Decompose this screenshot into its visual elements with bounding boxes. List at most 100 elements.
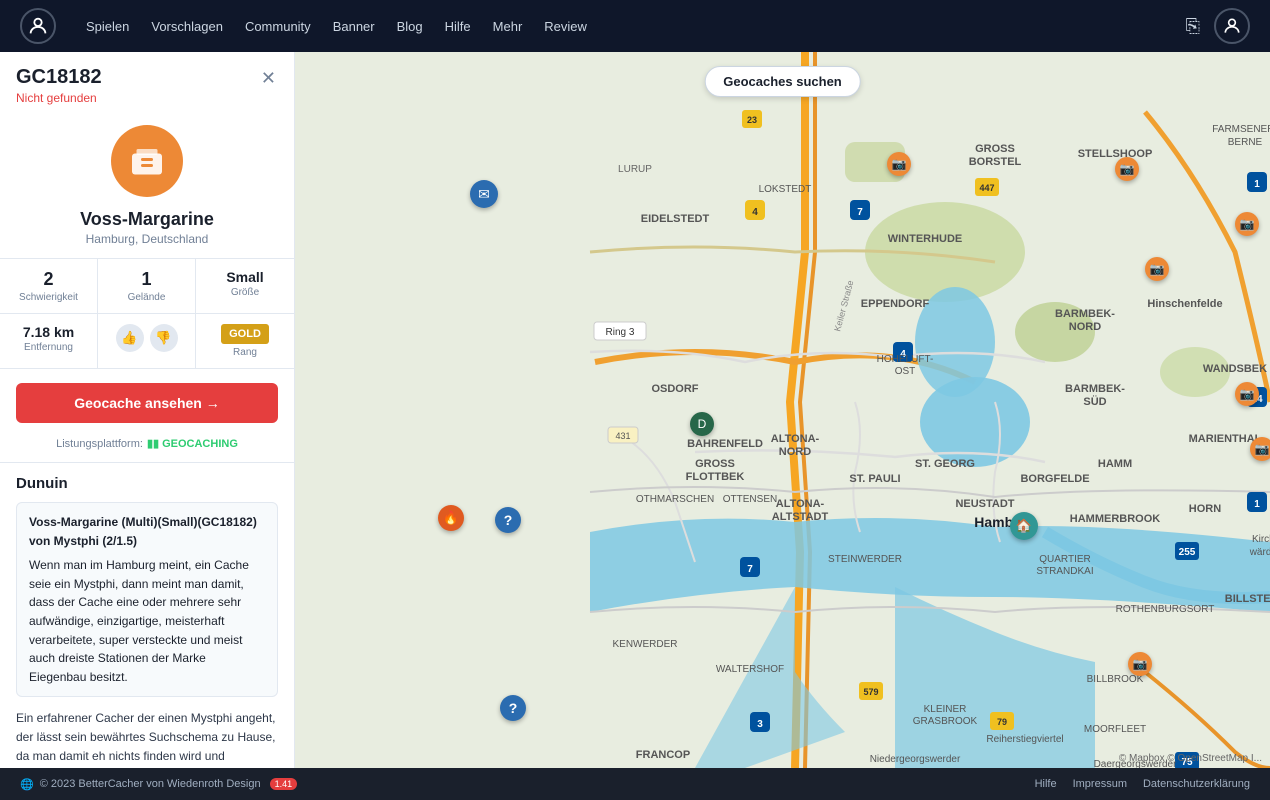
nav-community[interactable]: Community	[245, 19, 311, 34]
svg-text:HOHELUFT-: HOHELUFT-	[877, 354, 934, 365]
svg-text:Niedergeorgswerder: Niedergeorgswerder	[870, 754, 961, 765]
marker-trail-1[interactable]: 🔥	[438, 505, 464, 531]
svg-text:ST. GEORG: ST. GEORG	[915, 458, 975, 470]
stat-difficulty: 2 Schwierigkeit	[0, 259, 98, 313]
svg-text:SÜD: SÜD	[1083, 395, 1106, 408]
svg-text:7: 7	[857, 207, 863, 218]
svg-text:3: 3	[757, 719, 763, 730]
svg-text:NEUSTADT: NEUSTADT	[955, 498, 1014, 510]
nav-spielen[interactable]: Spielen	[86, 19, 129, 34]
user-avatar[interactable]	[1214, 8, 1250, 44]
svg-text:MOORFLEET: MOORFLEET	[1084, 724, 1146, 735]
gold-badge: GOLD	[221, 324, 269, 344]
marker-green-1[interactable]: D	[690, 412, 714, 436]
marker-camera-2[interactable]: 📷	[1115, 157, 1139, 181]
svg-text:BORSTEL: BORSTEL	[969, 156, 1022, 168]
nav-blog[interactable]: Blog	[397, 19, 423, 34]
svg-text:WANDSBEK: WANDSBEK	[1203, 363, 1267, 375]
footer-left: 🌐 © 2023 BetterCacher von Wiedenroth Des…	[20, 778, 297, 791]
svg-text:BARMBEK-: BARMBEK-	[1055, 308, 1115, 320]
svg-text:1: 1	[1254, 179, 1260, 190]
svg-text:FARMSENER-: FARMSENER-	[1212, 124, 1270, 135]
stat-rank: GOLD Rang	[196, 314, 294, 368]
thumb-icons: 👍 👎	[106, 324, 187, 352]
svg-text:Reiherstiegviertel: Reiherstiegviertel	[986, 734, 1063, 745]
footer-datenschutz-link[interactable]: Datenschutzerklärung	[1143, 778, 1250, 790]
map-area[interactable]: Ring 3 431 7 4 4 3 579 79 255	[295, 52, 1270, 768]
marker-camera-5[interactable]: 📷	[1235, 382, 1259, 406]
svg-text:OST: OST	[895, 366, 916, 377]
dunuin-box: Voss-Margarine (Multi)(Small)(GC18182) v…	[16, 502, 278, 697]
marker-camera-3[interactable]: 📷	[1235, 212, 1259, 236]
svg-text:447: 447	[979, 183, 994, 193]
svg-text:EPPENDORF: EPPENDORF	[861, 298, 930, 310]
distance-value: 7.18 km	[8, 324, 89, 340]
svg-text:BORGFELDE: BORGFELDE	[1020, 473, 1089, 485]
svg-text:EIDELSTEDT: EIDELSTEDT	[641, 213, 710, 225]
svg-text:Hinschenfelde: Hinschenfelde	[1147, 298, 1222, 310]
nav-vorschlagen[interactable]: Vorschlagen	[151, 19, 223, 34]
nav-banner[interactable]: Banner	[333, 19, 375, 34]
stat-thumbs: 👍 👎	[98, 314, 196, 368]
svg-text:OTHMARSCHEN: OTHMARSCHEN	[636, 494, 714, 505]
svg-text:QUARTIER: QUARTIER	[1039, 554, 1091, 565]
terrain-value: 1	[106, 269, 187, 290]
svg-text:7: 7	[747, 564, 753, 575]
marker-camera-1[interactable]: 📷	[887, 152, 911, 176]
nav-hilfe[interactable]: Hilfe	[445, 19, 471, 34]
nav-mehr[interactable]: Mehr	[493, 19, 523, 34]
messages-icon[interactable]: ⎘	[1186, 16, 1200, 37]
marker-teal-1[interactable]: 🏠	[1010, 512, 1038, 540]
geocaches-suchen-button[interactable]: Geocaches suchen	[704, 66, 861, 97]
svg-text:4: 4	[752, 207, 758, 218]
marker-question-2[interactable]: ?	[500, 695, 526, 721]
nav-review[interactable]: Review	[544, 19, 587, 34]
thumb-down-icon[interactable]: 👎	[150, 324, 178, 352]
marker-question-1[interactable]: ?	[495, 507, 521, 533]
cache-icon	[111, 125, 183, 197]
svg-text:HAMMERBROOK: HAMMERBROOK	[1070, 513, 1160, 525]
svg-text:BILLBROOK: BILLBROOK	[1087, 674, 1144, 685]
top-navigation: Spielen Vorschlagen Community Banner Blo…	[0, 0, 1270, 52]
marker-camera-4[interactable]: 📷	[1145, 257, 1169, 281]
dunuin-text-2: Ein erfahrener Cacher der einen Mystphi …	[16, 705, 278, 768]
svg-text:BILLSTEDT: BILLSTEDT	[1225, 593, 1270, 605]
footer-hilfe-link[interactable]: Hilfe	[1035, 778, 1057, 790]
size-value: Small	[204, 269, 286, 285]
nav-right: ⎘	[1186, 8, 1250, 44]
marker-email[interactable]: ✉	[470, 180, 498, 208]
stat-terrain: 1 Gelände	[98, 259, 196, 313]
svg-text:GRASBROOK: GRASBROOK	[913, 716, 978, 727]
svg-text:wärder: wärder	[1249, 547, 1270, 558]
geocache-ansehen-button[interactable]: Geocache ansehen →	[16, 383, 278, 423]
marker-camera-7[interactable]: 📷	[1128, 652, 1152, 676]
difficulty-value: 2	[8, 269, 89, 290]
svg-text:579: 579	[863, 687, 878, 697]
difficulty-label: Schwierigkeit	[8, 292, 89, 303]
svg-text:79: 79	[997, 717, 1007, 727]
svg-text:WINTERHUDE: WINTERHUDE	[888, 233, 963, 245]
svg-text:LOKSTEDT: LOKSTEDT	[759, 184, 812, 195]
cache-id: GC18182	[16, 66, 102, 89]
cache-icon-area	[0, 109, 294, 205]
stat-size: Small Größe	[196, 259, 294, 313]
sidebar: GC18182 Nicht gefunden ✕ Voss-Margarine …	[0, 52, 295, 768]
marker-camera-6[interactable]: 📷	[1250, 437, 1270, 461]
svg-text:255: 255	[1179, 547, 1196, 558]
thumb-up-icon[interactable]: 👍	[116, 324, 144, 352]
close-button[interactable]: ✕	[259, 66, 278, 91]
svg-text:NORD: NORD	[1069, 321, 1101, 333]
cache-location: Hamburg, Deutschland	[0, 232, 294, 258]
rank-label: Rang	[204, 347, 286, 358]
svg-text:ALTONA-: ALTONA-	[771, 433, 820, 445]
svg-text:BERNE: BERNE	[1228, 137, 1263, 148]
footer-impressum-link[interactable]: Impressum	[1073, 778, 1127, 790]
dunuin-title: Dunuin	[16, 475, 278, 492]
svg-text:GROSS: GROSS	[975, 143, 1015, 155]
geocaching-logo: ▮▮ GEOCACHING	[147, 437, 238, 450]
svg-text:NORD: NORD	[779, 446, 811, 458]
svg-text:BARMBEK-: BARMBEK-	[1065, 383, 1125, 395]
svg-text:HORN: HORN	[1189, 503, 1221, 515]
logo[interactable]	[20, 8, 56, 44]
svg-text:KENWERDER: KENWERDER	[612, 639, 677, 650]
